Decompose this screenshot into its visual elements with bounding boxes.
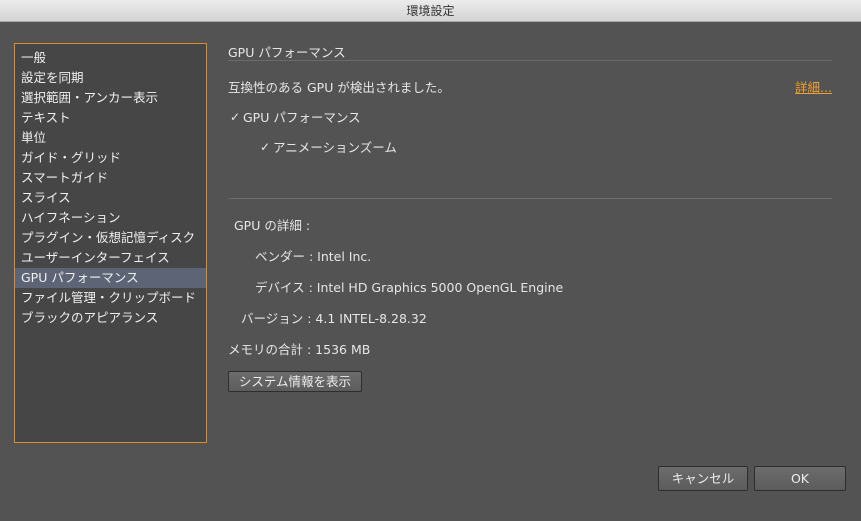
sidebar-item-type[interactable]: テキスト: [15, 108, 206, 128]
gpu-performance-label: GPU パフォーマンス: [243, 110, 361, 125]
section-title: GPU パフォーマンス: [228, 45, 346, 60]
sidebar-item-user-interface[interactable]: ユーザーインターフェイス: [15, 248, 206, 268]
gpu-version: バージョン : 4.1 INTEL-8.28.32: [241, 311, 427, 326]
sidebar-item-selection-anchor[interactable]: 選択範囲・アンカー表示: [15, 88, 206, 108]
show-system-info-button[interactable]: システム情報を表示: [228, 371, 362, 392]
gpu-vendor: ベンダー : Intel Inc.: [255, 249, 372, 264]
details-link[interactable]: 詳細...: [795, 77, 832, 96]
gpu-compat-message: 互換性のある GPU が検出されました。: [228, 80, 450, 95]
sidebar-item-slices[interactable]: スライス: [15, 188, 206, 208]
window-title: 環境設定: [0, 0, 861, 22]
gpu-details-heading: GPU の詳細 :: [234, 218, 311, 233]
checkmark-icon[interactable]: ✓: [230, 111, 240, 123]
section-divider: [228, 60, 832, 61]
details-divider: [228, 198, 832, 199]
sidebar-item-general[interactable]: 一般: [15, 48, 206, 68]
sidebar-item-plugins-scratch-disks[interactable]: プラグイン・仮想記憶ディスク: [15, 228, 206, 248]
ok-button[interactable]: OK: [754, 466, 846, 491]
preferences-category-list[interactable]: 一般 設定を同期 選択範囲・アンカー表示 テキスト 単位 ガイド・グリッド スマ…: [14, 43, 207, 443]
gpu-performance-checkbox[interactable]: ✓ GPU パフォーマンス: [230, 107, 361, 126]
sidebar-item-units[interactable]: 単位: [15, 128, 206, 148]
sidebar-item-smart-guides[interactable]: スマートガイド: [15, 168, 206, 188]
gpu-memory-total: メモリの合計 : 1536 MB: [228, 342, 371, 357]
sidebar-item-appearance-of-black[interactable]: ブラックのアピアランス: [15, 308, 206, 328]
sidebar-item-file-handling-clipboard[interactable]: ファイル管理・クリップボード: [15, 288, 206, 308]
gpu-device: デバイス : Intel HD Graphics 5000 OpenGL Eng…: [255, 280, 564, 295]
sidebar-item-guides-grid[interactable]: ガイド・グリッド: [15, 148, 206, 168]
sidebar-item-gpu-performance[interactable]: GPU パフォーマンス: [15, 268, 206, 288]
animation-zoom-label: アニメーションズーム: [273, 140, 397, 155]
cancel-button[interactable]: キャンセル: [658, 466, 748, 491]
sidebar-item-sync-settings[interactable]: 設定を同期: [15, 68, 206, 88]
checkmark-icon[interactable]: ✓: [260, 141, 270, 153]
animation-zoom-checkbox[interactable]: ✓ アニメーションズーム: [260, 137, 397, 156]
sidebar-item-hyphenation[interactable]: ハイフネーション: [15, 208, 206, 228]
